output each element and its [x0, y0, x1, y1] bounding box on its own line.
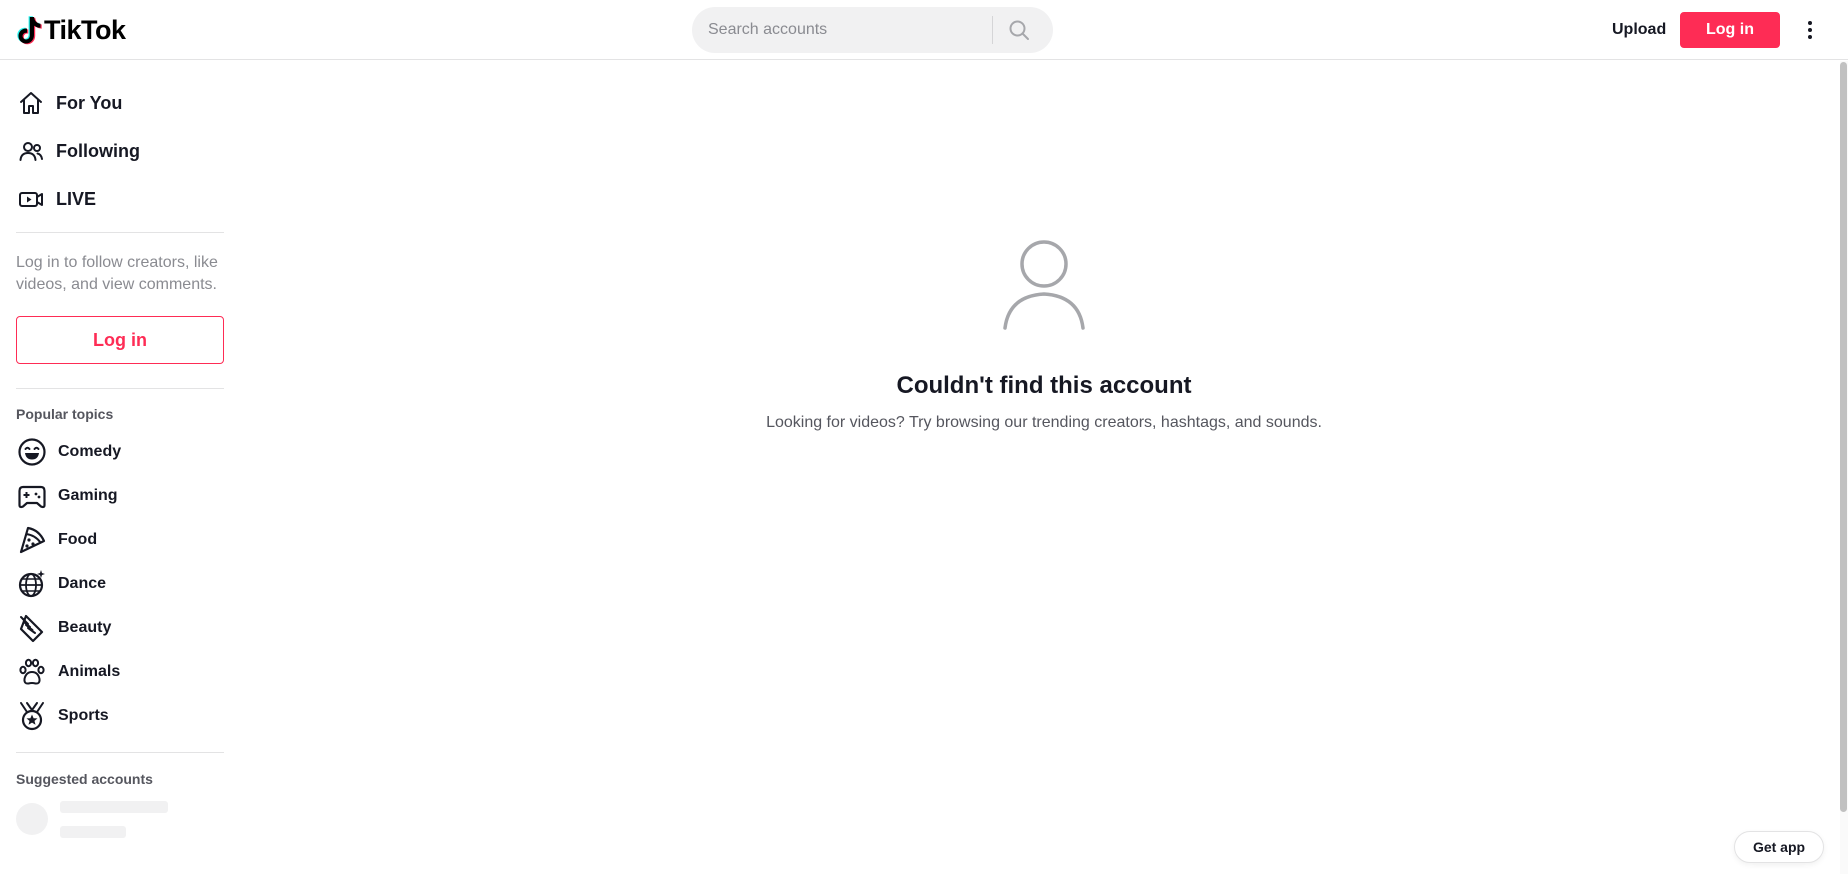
topic-label: Dance — [58, 575, 107, 592]
top-header: TikTok Upload Log in — [0, 0, 1848, 60]
nav-for-you[interactable]: For You — [16, 83, 122, 123]
food-icon — [16, 524, 48, 556]
sidebar-login-button[interactable]: Log in — [16, 316, 224, 364]
comedy-icon — [16, 436, 48, 468]
header-login-button[interactable]: Log in — [1680, 12, 1780, 48]
sidebar-divider — [16, 388, 224, 389]
nav-label: LIVE — [56, 188, 97, 209]
following-icon — [16, 136, 46, 166]
topic-comedy[interactable]: Comedy — [16, 432, 121, 472]
topic-label: Sports — [58, 707, 109, 724]
home-icon — [16, 88, 46, 118]
upload-button[interactable]: Upload — [1600, 12, 1678, 48]
topic-label: Food — [58, 531, 98, 548]
beauty-icon — [16, 612, 48, 644]
search-button[interactable] — [993, 7, 1045, 53]
suggested-accounts-title: Suggested accounts — [16, 771, 153, 787]
suggested-account-handle-placeholder — [60, 826, 126, 838]
logo-text: TikTok — [44, 14, 126, 45]
topic-label: Gaming — [58, 487, 118, 504]
page-scrollbar-thumb[interactable] — [1840, 62, 1847, 812]
topic-sports[interactable]: Sports — [16, 696, 109, 736]
topic-beauty[interactable]: Beauty — [16, 608, 111, 648]
login-prompt-text: Log in to follow creators, like videos, … — [16, 254, 218, 293]
sidebar-divider — [16, 232, 224, 233]
gaming-icon — [16, 480, 48, 512]
topic-food[interactable]: Food — [16, 520, 97, 560]
search-icon — [1009, 20, 1029, 40]
tiktok-logo[interactable]: TikTok — [16, 14, 126, 46]
not-found-title: Couldn't find this account — [896, 372, 1192, 399]
nav-live[interactable]: LIVE — [16, 179, 96, 219]
user-placeholder-icon — [1003, 240, 1085, 330]
suggested-account-avatar-placeholder — [16, 803, 48, 835]
topic-dance[interactable]: Dance — [16, 564, 106, 604]
sidebar: For You Following LIVE Log in to follow … — [0, 61, 240, 874]
nav-label: Following — [56, 140, 140, 161]
search-bar — [692, 7, 1053, 53]
topic-label: Comedy — [58, 443, 122, 460]
nav-label: For You — [56, 92, 123, 113]
tiktok-logo-icon — [17, 16, 42, 45]
live-icon — [16, 184, 46, 214]
nav-following[interactable]: Following — [16, 131, 140, 171]
animals-icon — [16, 656, 48, 688]
sports-icon — [16, 700, 48, 732]
search-input[interactable] — [692, 7, 992, 53]
topic-label: Beauty — [58, 619, 112, 636]
more-options-button[interactable] — [1800, 14, 1820, 46]
suggested-account-name-placeholder — [60, 801, 168, 813]
topic-label: Animals — [58, 663, 121, 680]
topic-gaming[interactable]: Gaming — [16, 476, 118, 516]
get-app-button[interactable]: Get app — [1734, 831, 1824, 863]
dance-icon — [16, 568, 48, 600]
not-found-subtitle: Looking for videos? Try browsing our tre… — [766, 414, 1322, 431]
more-vertical-icon — [1808, 21, 1812, 39]
topic-animals[interactable]: Animals — [16, 652, 120, 692]
sidebar-divider — [16, 752, 224, 753]
popular-topics-title: Popular topics — [16, 406, 114, 422]
